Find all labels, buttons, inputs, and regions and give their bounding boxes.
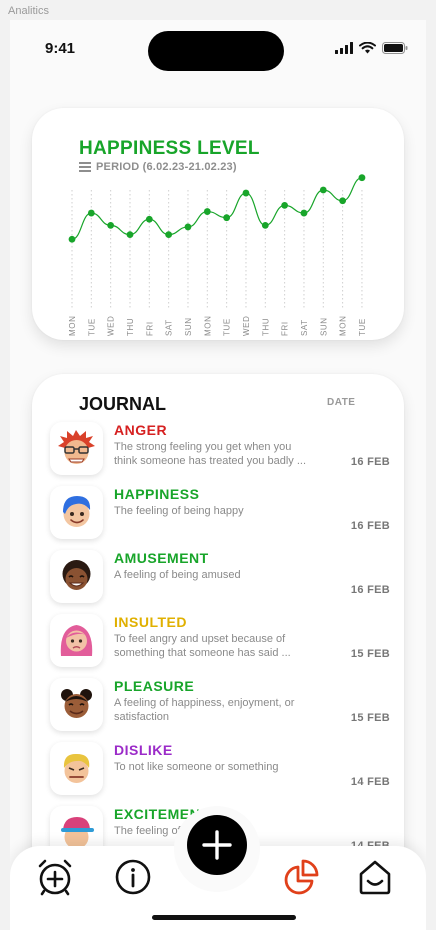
- emotion-name: INSULTED: [114, 614, 187, 630]
- add-icon: [202, 830, 232, 860]
- data-point: [281, 201, 289, 209]
- avatar-anger: [50, 422, 103, 475]
- dislike-face-icon: [63, 753, 90, 783]
- journal-entry-pleasure[interactable]: PLEASURE A feeling of happiness, enjoyme…: [50, 678, 390, 734]
- data-point: [145, 215, 153, 223]
- tab-info[interactable]: [110, 854, 156, 900]
- x-tick-label: SAT: [300, 319, 309, 336]
- data-point: [339, 197, 347, 205]
- x-tick-label: MON: [203, 316, 212, 336]
- data-point: [126, 231, 134, 239]
- data-point: [358, 174, 366, 182]
- emotion-description: The feeling of being happy: [114, 505, 244, 517]
- tab-alarm[interactable]: [32, 854, 78, 900]
- happy-face-icon: [63, 496, 91, 527]
- entry-date: 14 FEB: [350, 776, 390, 788]
- emotion-description: To feel angry and upset because of somet…: [114, 633, 291, 659]
- amused-face-icon: [62, 560, 91, 590]
- emotion-description: To not like someone or something: [114, 761, 279, 773]
- journal-entry-amusement[interactable]: AMUSEMENT A feeling of being amused 16 F…: [50, 550, 390, 606]
- journal-title: JOURNAL: [79, 394, 167, 414]
- data-point: [165, 231, 173, 239]
- journal-entry-insulted[interactable]: INSULTED To feel angry and upset because…: [50, 614, 390, 670]
- x-tick-label: MON: [68, 316, 77, 336]
- date-column-header: DATE: [327, 397, 356, 408]
- pleased-face-icon: [61, 689, 92, 718]
- tab-statistics[interactable]: [278, 854, 324, 900]
- x-tick-label: TUE: [223, 318, 232, 336]
- data-point: [242, 189, 250, 197]
- x-tick-label: FRI: [145, 321, 154, 336]
- phone-screen: 9:41 HAPPINESS LEVEL PERIOD (6.02.23-21.…: [10, 20, 426, 930]
- x-tick-label: SAT: [165, 319, 174, 336]
- avatar-pleasure: [50, 678, 103, 731]
- entry-date: 15 FEB: [350, 648, 390, 660]
- frame-label: Analitics: [8, 5, 49, 17]
- emotion-description: A feeling of being amused: [114, 569, 241, 581]
- data-point: [68, 235, 76, 243]
- entry-date: 16 FEB: [350, 520, 390, 532]
- journal-entry-anger[interactable]: ANGER The strong feeling you get when yo…: [50, 422, 390, 478]
- x-tick-label: WED: [242, 316, 251, 336]
- data-point: [87, 209, 95, 217]
- x-tick-label: FRI: [281, 321, 290, 336]
- avatar-amusement: [50, 550, 103, 603]
- add-entry-button[interactable]: [187, 815, 247, 875]
- x-tick-label: THU: [261, 318, 270, 336]
- data-point: [203, 208, 211, 215]
- x-tick-label: SUN: [319, 317, 328, 336]
- data-point: [223, 214, 231, 222]
- emotion-name: HAPPINESS: [114, 486, 200, 502]
- avatar-dislike: [50, 742, 103, 795]
- x-tick-label: MON: [339, 316, 348, 336]
- emotion-name: DISLIKE: [114, 742, 173, 758]
- entry-date: 16 FEB: [350, 584, 390, 596]
- emotion-name: AMUSEMENT: [114, 550, 209, 566]
- journal-entry-happiness[interactable]: HAPPINESS The feeling of being happy 16 …: [50, 486, 390, 542]
- info-icon: [115, 859, 151, 895]
- status-time: 9:41: [45, 40, 76, 57]
- emotion-name: ANGER: [114, 422, 168, 438]
- home-indicator: [152, 915, 296, 920]
- data-point: [319, 186, 327, 194]
- data-point: [261, 221, 269, 229]
- happiness-chart-card: HAPPINESS LEVEL PERIOD (6.02.23-21.02.23…: [32, 108, 404, 340]
- signal-icon: [335, 42, 353, 54]
- x-tick-label: THU: [126, 318, 135, 336]
- journal-entry-dislike[interactable]: DISLIKE To not like someone or something…: [50, 742, 390, 798]
- status-icons: [335, 42, 408, 54]
- data-point: [300, 209, 308, 217]
- emotion-description: A feeling of happiness, enjoyment, or sa…: [114, 697, 295, 723]
- avatar-happiness: [50, 486, 103, 539]
- entry-date: 15 FEB: [350, 712, 390, 724]
- happiness-line-chart: MON TUE WED THU FRI SAT SUN MON TUE WED THU FRI SAT S…: [68, 174, 367, 336]
- status-bar: 9:41: [10, 20, 426, 80]
- x-tick-label: TUE: [87, 318, 96, 336]
- data-point: [184, 223, 192, 231]
- home-icon: [359, 860, 391, 895]
- angry-face-icon: [58, 430, 95, 464]
- entry-date: 16 FEB: [350, 456, 390, 468]
- series-line: [71, 177, 363, 240]
- battery-icon: [382, 42, 408, 54]
- x-tick-label: TUE: [358, 318, 367, 336]
- data-point: [107, 221, 115, 229]
- alarm-add-icon: [38, 859, 72, 896]
- x-tick-label: SUN: [184, 317, 193, 336]
- insulted-face-icon: [60, 625, 93, 656]
- emotion-description: The strong feeling you get when you thin…: [114, 441, 307, 467]
- x-tick-label: WED: [107, 316, 116, 336]
- tab-home[interactable]: [352, 854, 398, 900]
- dynamic-island: [148, 31, 284, 71]
- avatar-insulted: [50, 614, 103, 667]
- pie-chart-icon: [284, 859, 319, 895]
- wifi-icon: [359, 42, 376, 54]
- emotion-name: PLEASURE: [114, 678, 195, 694]
